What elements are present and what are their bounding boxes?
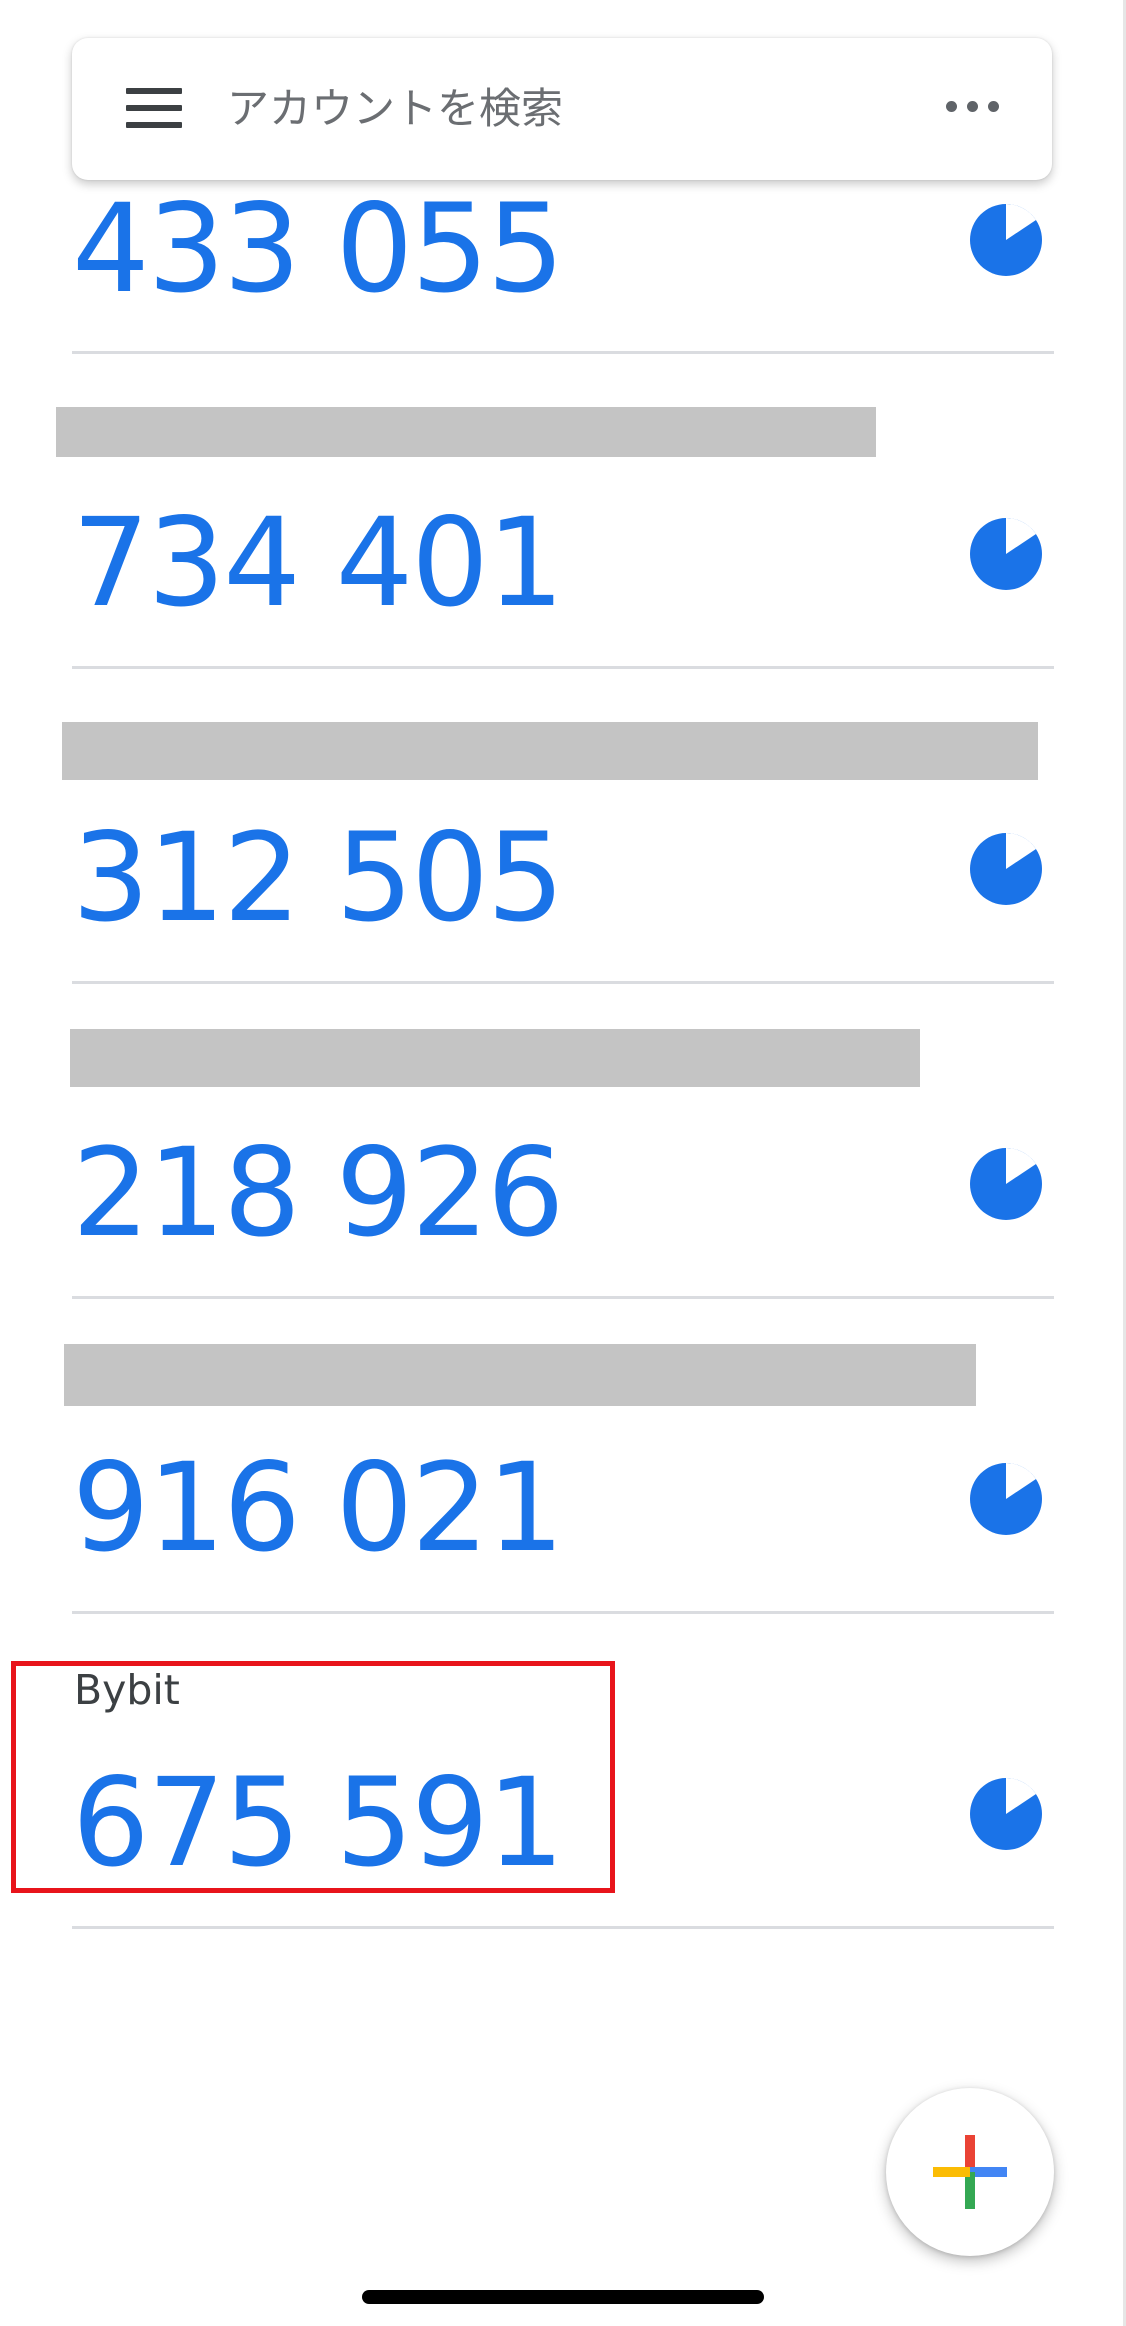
otp-code[interactable]: 916 021 bbox=[72, 1447, 565, 1569]
countdown-timer-icon bbox=[970, 1778, 1042, 1850]
home-indicator[interactable] bbox=[362, 2290, 764, 2304]
account-row[interactable]: 218 926 bbox=[0, 945, 1126, 1299]
menu-icon[interactable] bbox=[126, 88, 182, 128]
countdown-timer-icon bbox=[970, 1148, 1042, 1220]
more-horizontal-icon[interactable] bbox=[944, 98, 1002, 118]
redacted-account-name bbox=[56, 407, 876, 457]
otp-code[interactable]: 433 055 bbox=[72, 188, 565, 310]
account-row[interactable]: 916 021 bbox=[0, 1260, 1126, 1614]
divider bbox=[72, 1926, 1054, 1929]
search-bar bbox=[72, 38, 1052, 180]
otp-code[interactable]: 218 926 bbox=[72, 1132, 565, 1254]
redacted-account-name bbox=[70, 1029, 920, 1087]
highlight-annotation-box bbox=[11, 1661, 615, 1893]
countdown-timer-icon bbox=[970, 518, 1042, 590]
countdown-timer-icon bbox=[970, 833, 1042, 905]
add-plus-icon bbox=[933, 2135, 1007, 2209]
countdown-timer-icon bbox=[970, 1463, 1042, 1535]
countdown-timer-icon bbox=[970, 204, 1042, 276]
account-row[interactable]: 734 401 bbox=[0, 315, 1126, 669]
account-row[interactable]: 312 505 bbox=[0, 630, 1126, 984]
redacted-account-name bbox=[64, 1344, 976, 1406]
otp-code[interactable]: 312 505 bbox=[72, 817, 565, 939]
search-input[interactable] bbox=[227, 78, 867, 138]
add-account-button[interactable] bbox=[886, 2088, 1054, 2256]
otp-code[interactable]: 734 401 bbox=[72, 502, 565, 624]
redacted-account-name bbox=[62, 722, 1038, 780]
